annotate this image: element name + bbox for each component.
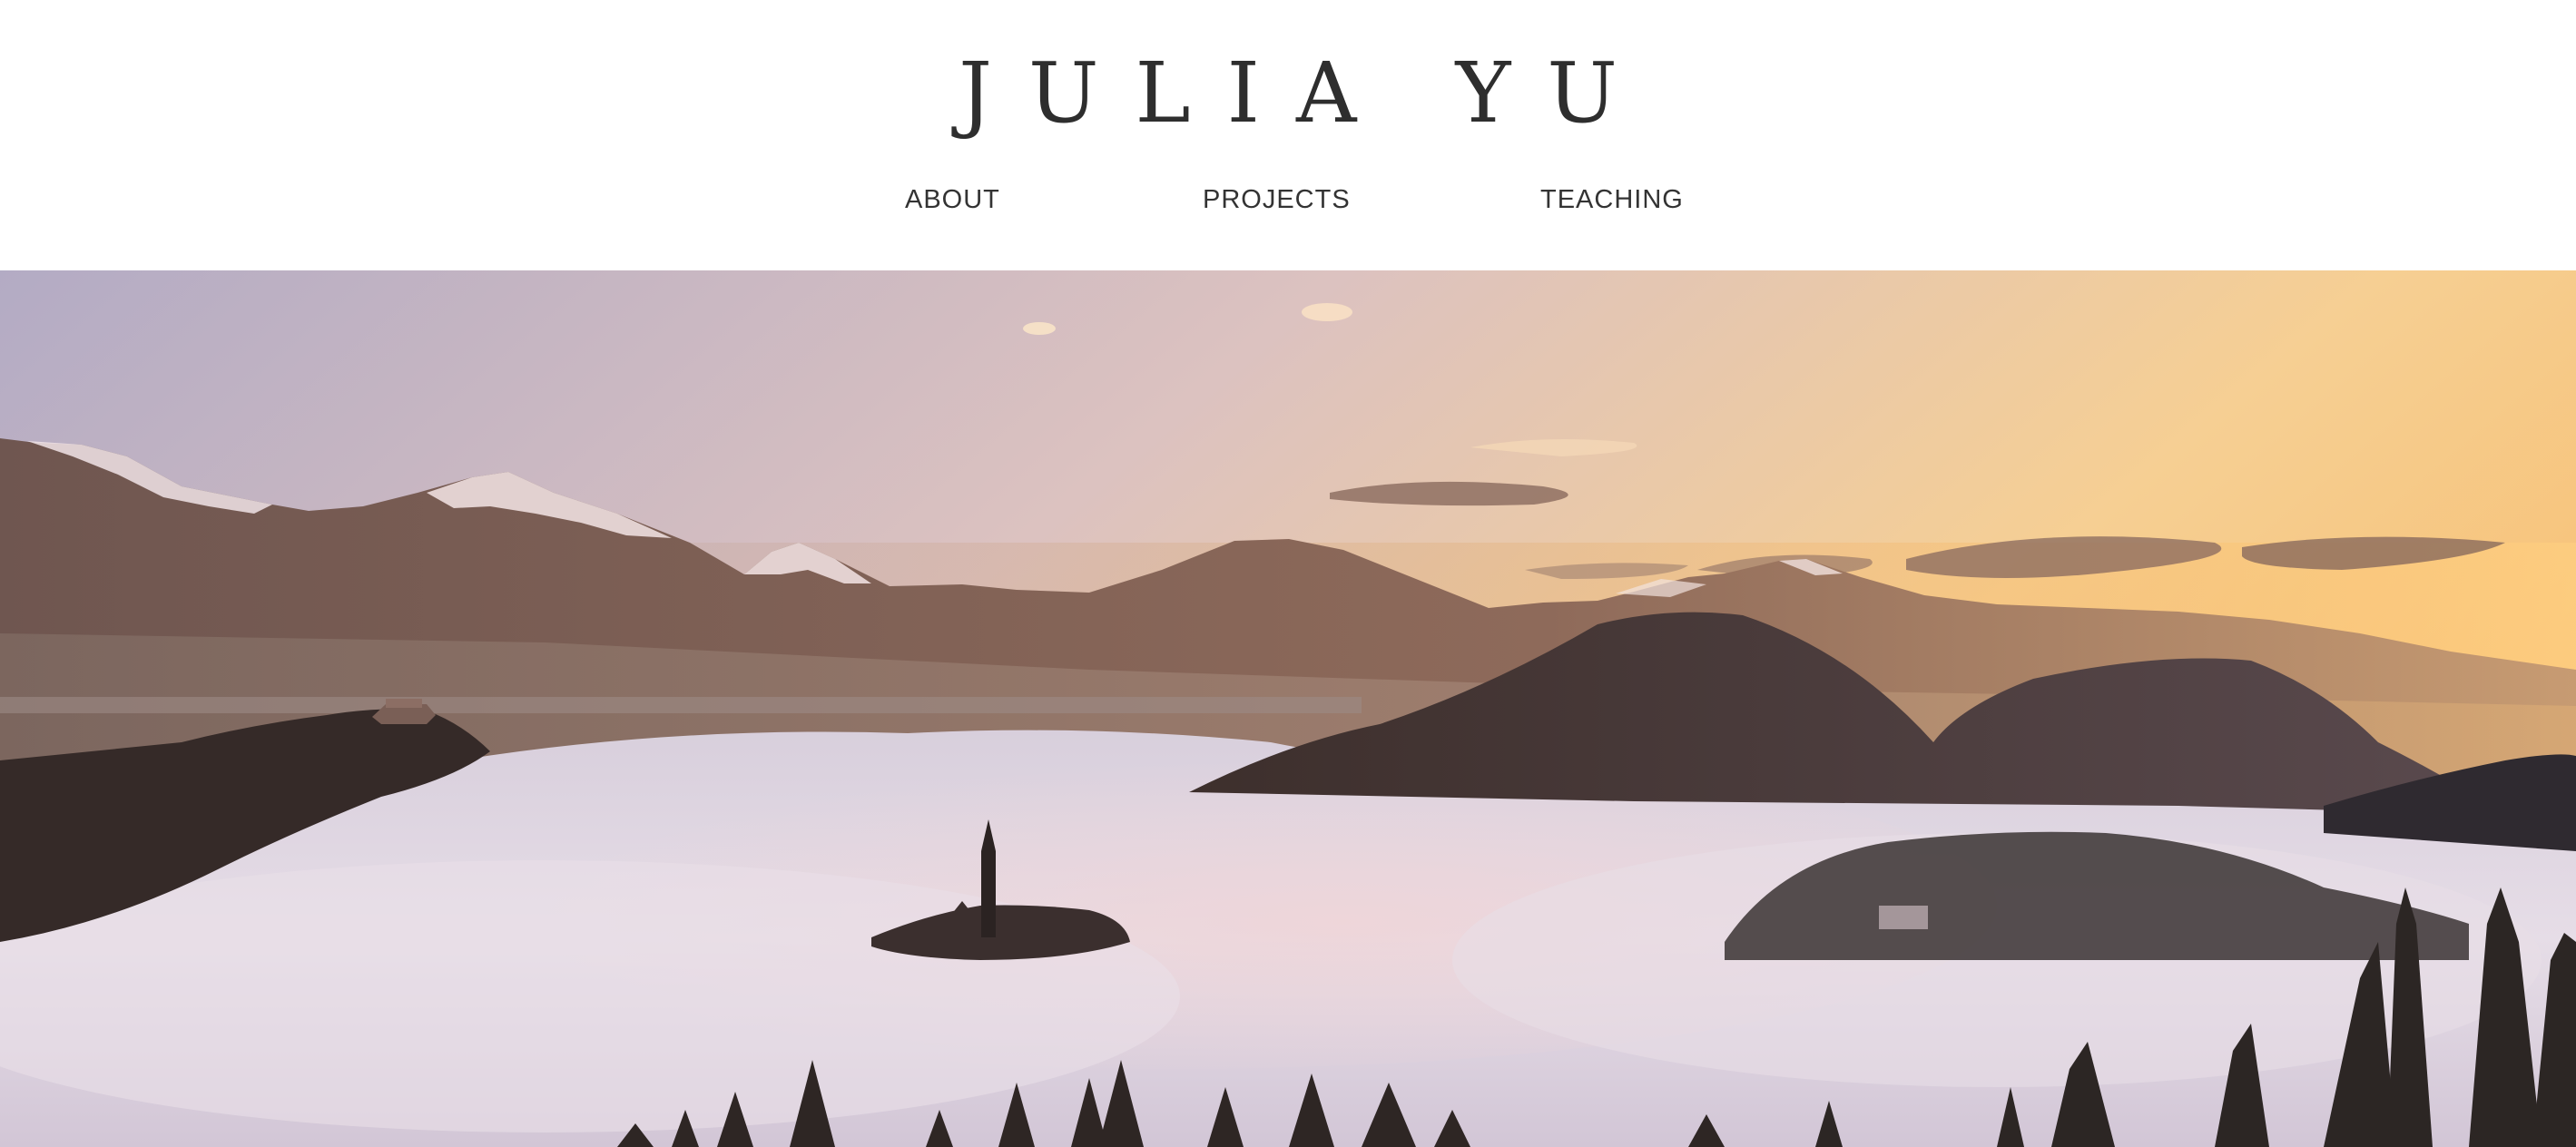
nav-item-about[interactable]: ABOUT: [905, 181, 1000, 218]
hero-image: [0, 270, 2576, 1147]
site-title[interactable]: JULIA YU: [0, 44, 2576, 143]
nav-item-teaching[interactable]: TEACHING: [1540, 181, 1684, 218]
nav-item-projects[interactable]: PROJECTS: [1203, 181, 1351, 218]
landscape-photo: [0, 270, 2576, 1147]
main-nav: ABOUT PROJECTS TEACHING: [0, 181, 2576, 218]
site-header: JULIA YU ABOUT PROJECTS TEACHING: [0, 0, 2576, 270]
